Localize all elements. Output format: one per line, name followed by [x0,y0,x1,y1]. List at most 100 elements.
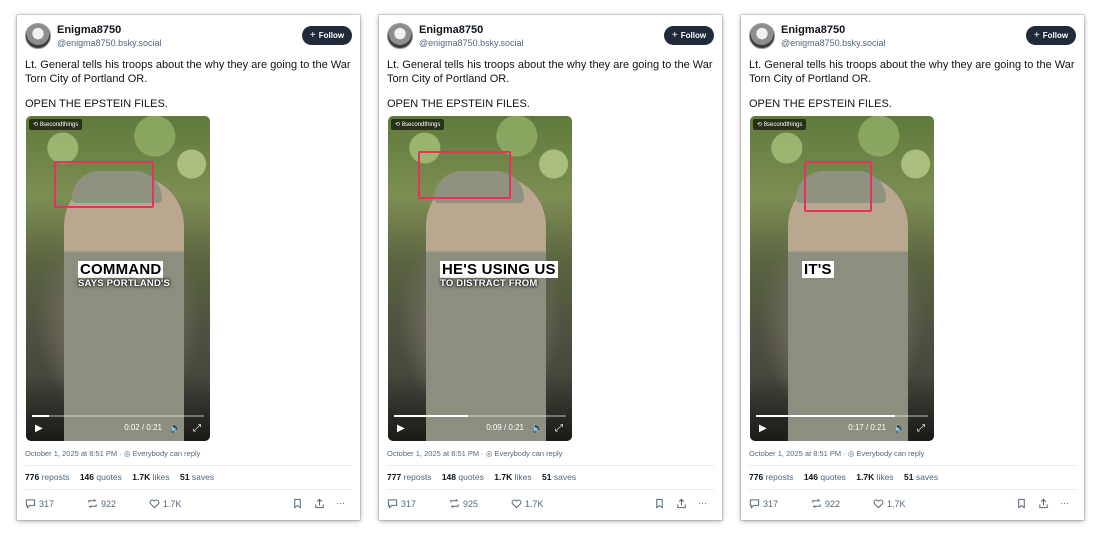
follow-button[interactable]: + Follow [664,26,714,45]
play-icon[interactable]: ▶ [759,423,767,434]
fullscreen-icon[interactable]: ⤢ [555,423,563,434]
follow-label: Follow [680,31,707,40]
video-player[interactable]: ⟲ 8secondthings IT'S ▶ 0:17 / 0:21 🔈 ⤢ [750,116,934,441]
repost-tag-icon: ⟲ [757,122,764,128]
video-controls: ▶ 0:02 / 0:21 🔈 ⤢ [26,413,210,441]
video-source-label: 8secondthings [39,122,79,128]
progress-bar[interactable] [32,415,204,417]
repost-icon [88,499,97,508]
globe-icon: ◎ [847,449,855,458]
likes-count[interactable]: 1.7K [494,472,512,482]
display-name[interactable]: Enigma8750 [57,24,121,36]
bookmark-button[interactable] [1016,498,1027,509]
repost-icon [450,499,459,508]
saves-count[interactable]: 51 [180,472,189,482]
reposts-count[interactable]: 777 [387,472,401,482]
reply-count: 317 [763,498,779,509]
reply-button[interactable]: 317 [749,498,778,509]
caption-sub: SAYS PORTLAND'S [78,278,171,289]
volume-icon[interactable]: 🔈 [170,423,182,434]
action-bar: 317 925 1.7K ··· [387,498,714,512]
caption-main-text: COMMAND [78,261,164,278]
progress-bar[interactable] [394,415,566,417]
user-handle[interactable]: @enigma8750.bsky.social [419,38,524,48]
post-header: Enigma8750 @enigma8750.bsky.social + Foll… [25,23,352,53]
post-card: Enigma8750 @enigma8750.bsky.social + Foll… [17,15,360,520]
likes-count[interactable]: 1.7K [132,472,150,482]
video-time: 0:02 / 0:21 [124,423,162,432]
follow-button[interactable]: + Follow [1026,26,1076,45]
volume-icon[interactable]: 🔈 [532,423,544,434]
repost-count: 922 [101,498,117,509]
play-icon[interactable]: ▶ [35,423,43,434]
reply-button[interactable]: 317 [387,498,416,509]
video-player[interactable]: ⟲ 8secondthings HE'S USING US TO DISTRAC… [388,116,572,441]
quotes-count[interactable]: 148 [442,472,456,482]
display-name[interactable]: Enigma8750 [419,24,483,36]
video-caption: COMMAND SAYS PORTLAND'S [78,261,170,289]
reply-setting: Everybody can reply [132,449,201,458]
reply-button[interactable]: 317 [25,498,54,509]
volume-icon[interactable]: 🔈 [894,423,906,434]
like-button[interactable]: 1.7K [511,498,544,509]
video-source-tag: ⟲ 8secondthings [29,119,83,130]
bookmark-button[interactable] [654,498,665,509]
post-meta: October 1, 2025 at 8:51 PM · ◎ Everybody… [25,449,201,458]
repost-button[interactable]: 925 [449,498,478,509]
bookmark-button[interactable] [292,498,303,509]
display-name[interactable]: Enigma8750 [781,24,845,36]
reposts-count[interactable]: 776 [749,472,763,482]
likes-label: likes [876,472,894,482]
fullscreen-icon[interactable]: ⤢ [917,423,925,434]
reply-icon [25,499,36,509]
post-date[interactable]: October 1, 2025 at 8:51 PM [25,449,117,458]
avatar[interactable] [25,23,51,49]
post-card: Enigma8750 @enigma8750.bsky.social + Foll… [379,15,722,520]
follow-button[interactable]: + Follow [302,26,352,45]
share-button[interactable] [1038,498,1049,509]
video-caption: HE'S USING US TO DISTRACT FROM [440,261,558,289]
quotes-label: quotes [458,472,484,482]
post-date[interactable]: October 1, 2025 at 8:51 PM [387,449,479,458]
like-button[interactable]: 1.7K [873,498,906,509]
repost-button[interactable]: 922 [87,498,116,509]
reply-count: 317 [39,498,55,509]
more-button[interactable]: ··· [698,498,707,508]
more-button[interactable]: ··· [336,498,345,508]
share-icon [1039,498,1048,509]
video-caption: IT'S [802,261,834,278]
avatar[interactable] [749,23,775,49]
share-button[interactable] [314,498,325,509]
progress-bar[interactable] [756,415,928,417]
user-handle[interactable]: @enigma8750.bsky.social [781,38,886,48]
repost-button[interactable]: 922 [811,498,840,509]
reposts-label: reposts [765,472,794,482]
saves-count[interactable]: 51 [542,472,551,482]
fullscreen-icon[interactable]: ⤢ [193,423,201,434]
quotes-count[interactable]: 146 [804,472,818,482]
like-icon [511,499,522,509]
avatar[interactable] [387,23,413,49]
bookmark-icon [656,498,663,509]
more-icon: ··· [336,498,345,508]
caption-sub: TO DISTRACT FROM [440,278,538,289]
share-button[interactable] [676,498,687,509]
like-button[interactable]: 1.7K [149,498,182,509]
saves-label: saves [915,472,939,482]
video-player[interactable]: ⟲ 8secondthings COMMAND SAYS PORTLAND'S … [26,116,210,441]
follow-label: Follow [1042,31,1069,40]
follow-label: Follow [318,31,345,40]
play-icon[interactable]: ▶ [397,423,405,434]
more-button[interactable]: ··· [1060,498,1069,508]
divider [749,489,1076,490]
likes-count[interactable]: 1.7K [856,472,874,482]
quotes-count[interactable]: 146 [80,472,94,482]
saves-count[interactable]: 51 [904,472,913,482]
like-count: 1.7K [525,498,544,509]
post-date[interactable]: October 1, 2025 at 8:51 PM [749,449,841,458]
caption-main-text: HE'S USING US [440,261,558,278]
video-source-tag: ⟲ 8secondthings [391,119,445,130]
post-meta: October 1, 2025 at 8:51 PM · ◎ Everybody… [749,449,925,458]
reposts-count[interactable]: 776 [25,472,39,482]
user-handle[interactable]: @enigma8750.bsky.social [57,38,162,48]
